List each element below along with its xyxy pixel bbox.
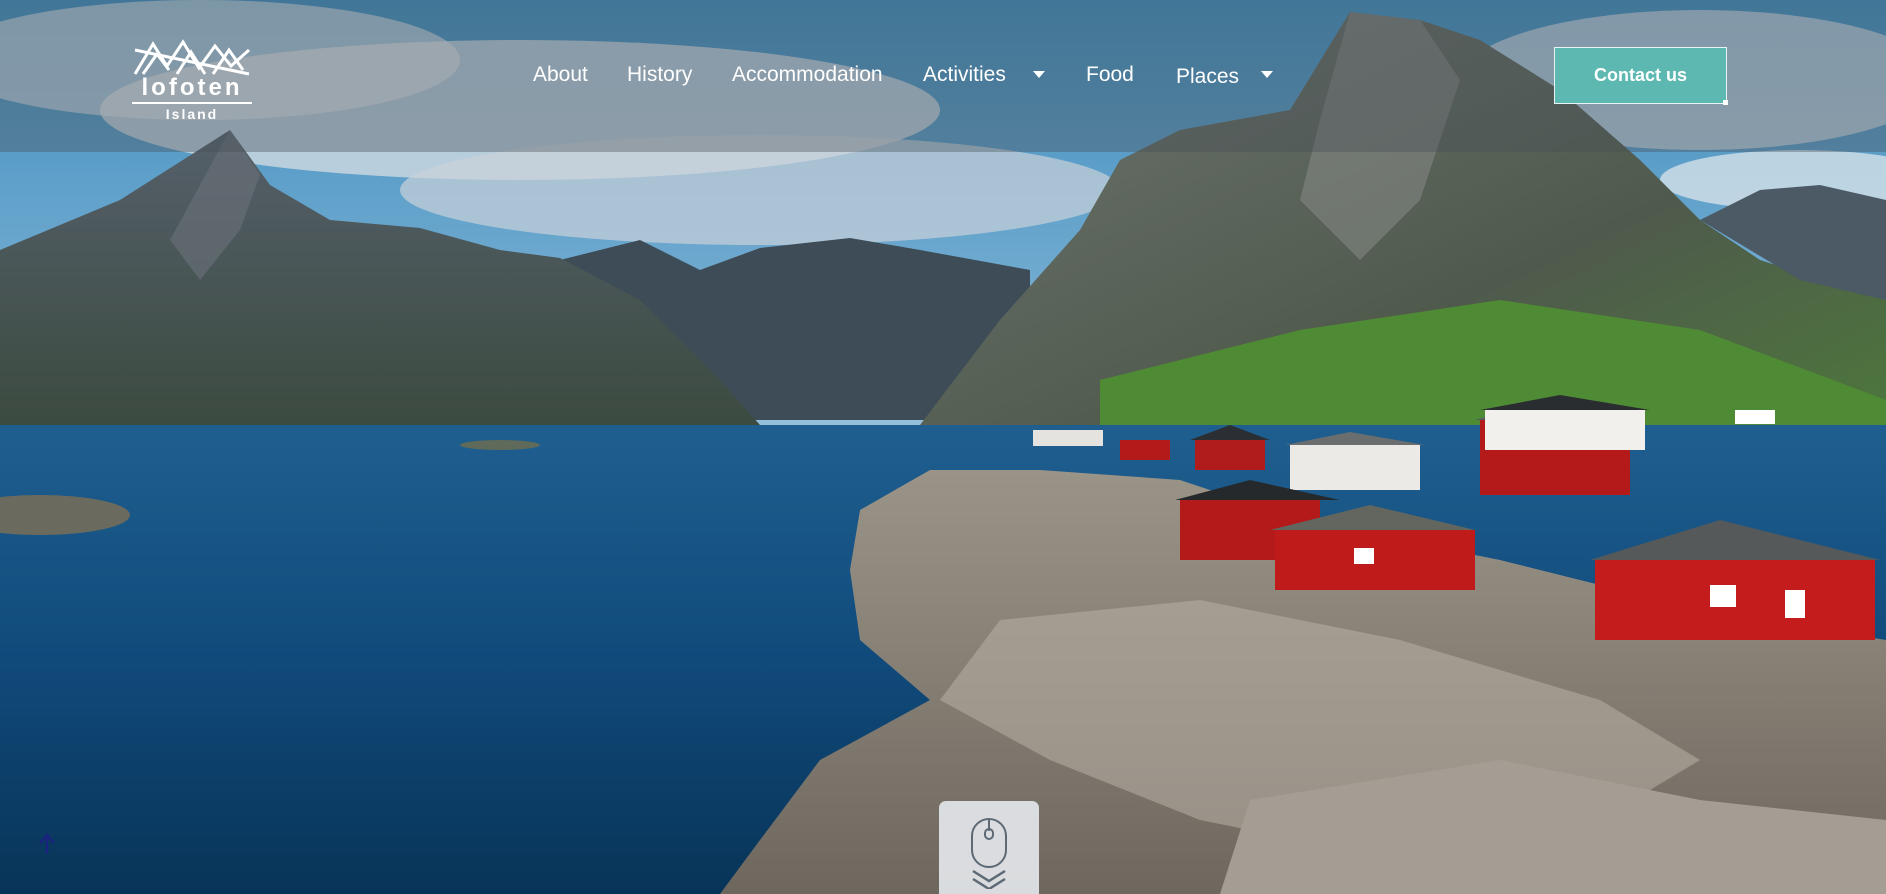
nav-item-activities[interactable]: Activities xyxy=(923,62,1006,88)
nav-item-history[interactable]: History xyxy=(627,62,692,88)
site-logo[interactable]: lofoten Island xyxy=(132,36,252,124)
double-chevron-down-icon xyxy=(972,869,1006,883)
scroll-down-indicator[interactable] xyxy=(939,801,1039,894)
nav-item-accommodation[interactable]: Accommodation xyxy=(732,62,883,88)
nav-item-food[interactable]: Food xyxy=(1086,62,1134,88)
back-to-top-button[interactable] xyxy=(36,832,58,856)
nav-item-about[interactable]: About xyxy=(533,62,588,88)
logo-wordmark: lofoten xyxy=(132,76,252,104)
button-corner-accent xyxy=(1723,100,1728,105)
top-navbar: lofoten Island About History Accommodati… xyxy=(0,0,1886,152)
contact-us-label: Contact us xyxy=(1593,65,1687,85)
contact-us-button[interactable]: Contact us xyxy=(1554,47,1728,105)
logo-subtitle: Island xyxy=(165,106,219,122)
caret-down-icon[interactable] xyxy=(1033,71,1045,78)
caret-down-icon[interactable] xyxy=(1261,71,1273,78)
nav-item-places[interactable]: Places xyxy=(1176,64,1239,90)
mouse-scroll-icon xyxy=(971,818,1007,889)
arrow-up-icon xyxy=(39,833,55,854)
